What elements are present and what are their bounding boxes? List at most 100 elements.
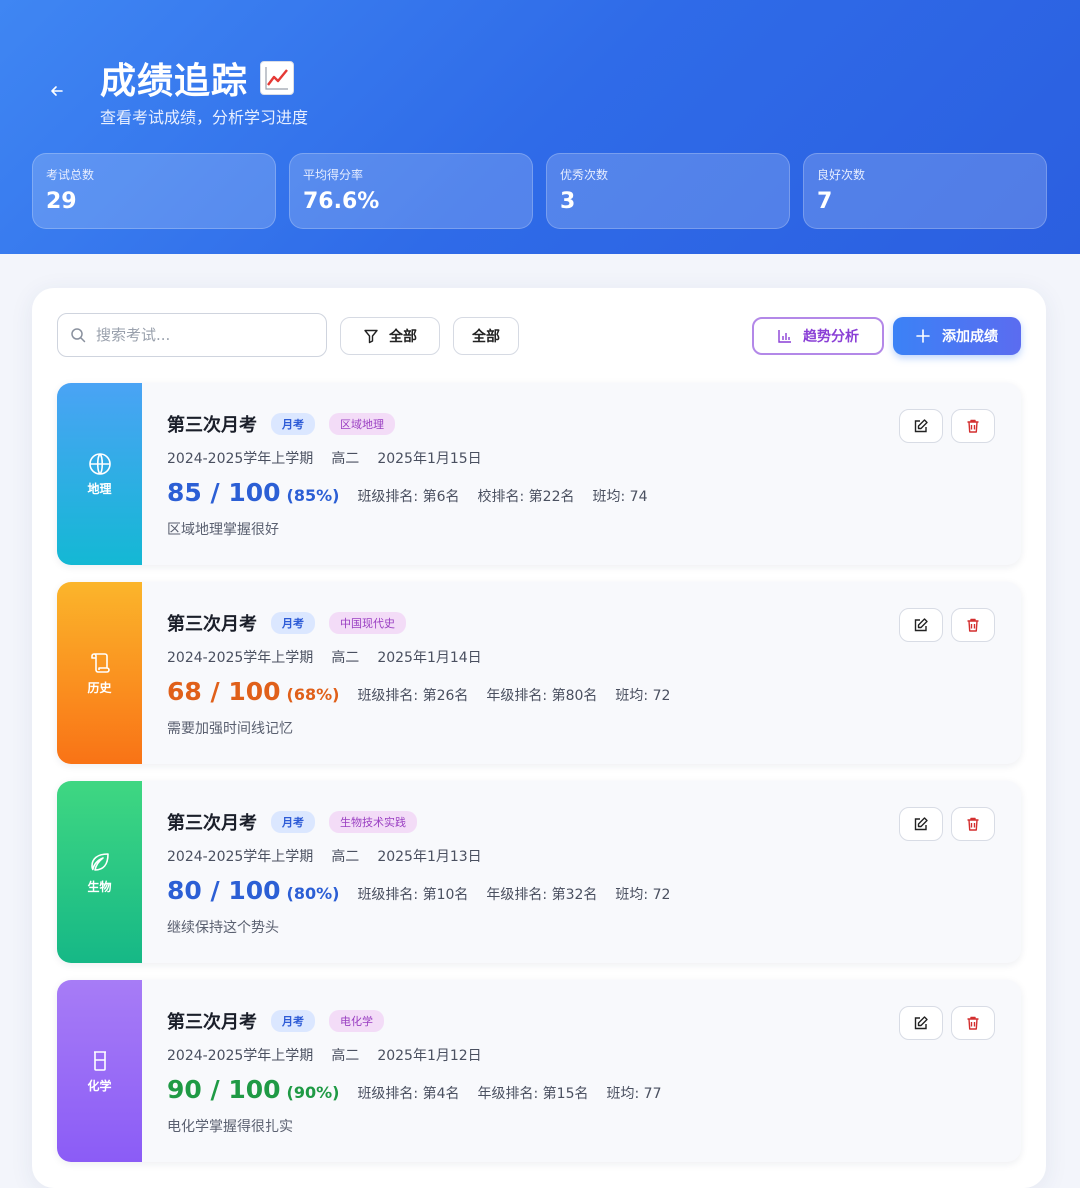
grade: 高二 xyxy=(331,849,360,865)
delete-button[interactable] xyxy=(951,1006,995,1040)
card-body: 第三次月考 月考 生物技术实践 2024-2025学年上学期 高二 2025年1… xyxy=(167,781,1021,963)
card-title-row: 第三次月考 月考 电化学 xyxy=(167,1008,384,1034)
stats-row: 考试总数 29 平均得分率 76.6% 优秀次数 3 良好次数 7 xyxy=(32,153,1047,229)
globe-icon xyxy=(88,452,111,475)
other-rank: 年级排名: 第32名 xyxy=(486,887,598,903)
card-body: 第三次月考 月考 中国现代史 2024-2025学年上学期 高二 2025年1月… xyxy=(167,582,1021,764)
subject-badge: 地理 xyxy=(57,383,142,565)
score-text: 68 / 100 xyxy=(167,677,281,706)
grade: 高二 xyxy=(331,650,360,666)
score-text: 85 / 100 xyxy=(167,478,281,507)
trend-analysis-label: 趋势分析 xyxy=(803,329,859,345)
edit-icon xyxy=(914,419,928,433)
topic-tag: 电化学 xyxy=(329,1010,384,1032)
card-title-row: 第三次月考 月考 生物技术实践 xyxy=(167,809,417,835)
exam-name: 第三次月考 xyxy=(167,813,257,834)
term: 2024-2025学年上学期 xyxy=(167,451,314,467)
class-average: 班均: 72 xyxy=(615,887,671,903)
filter-icon xyxy=(364,329,378,344)
score-percent: (90%) xyxy=(286,1083,340,1102)
exam-name: 第三次月考 xyxy=(167,1012,257,1033)
stat-label: 良好次数 xyxy=(817,168,866,182)
edit-icon xyxy=(914,817,928,831)
stat-label: 平均得分率 xyxy=(303,168,364,182)
stat-label: 优秀次数 xyxy=(560,168,609,182)
exam-note: 电化学掌握得很扎实 xyxy=(167,1119,293,1135)
score-row: 68 / 100 (68%) 班级排名: 第26名 年级排名: 第80名 班均: … xyxy=(167,677,670,706)
exam-name: 第三次月考 xyxy=(167,614,257,635)
class-rank: 班级排名: 第10名 xyxy=(357,887,469,903)
card-title-row: 第三次月考 月考 中国现代史 xyxy=(167,610,406,636)
exam-name: 第三次月考 xyxy=(167,415,257,436)
term: 2024-2025学年上学期 xyxy=(167,650,314,666)
filter2-button[interactable]: 全部 xyxy=(453,317,519,355)
stat-value: 76.6% xyxy=(303,189,380,214)
chart-increasing-icon xyxy=(260,61,295,95)
topic-tag: 区域地理 xyxy=(329,413,395,435)
add-score-label: 添加成绩 xyxy=(942,329,998,345)
back-button[interactable] xyxy=(44,78,70,104)
subject-badge: 化学 xyxy=(57,980,142,1162)
search-box[interactable] xyxy=(57,313,327,357)
beaker-icon xyxy=(93,1050,106,1071)
trash-icon xyxy=(967,1016,979,1030)
exam-meta: 2024-2025学年上学期 高二 2025年1月13日 xyxy=(167,846,482,866)
score-card[interactable]: 地理 第三次月考 月考 区域地理 2024-2025学年上学期 高二 2025年… xyxy=(57,383,1021,565)
other-rank: 年级排名: 第15名 xyxy=(477,1086,589,1102)
card-body: 第三次月考 月考 区域地理 2024-2025学年上学期 高二 2025年1月1… xyxy=(167,383,1021,565)
stat-value: 3 xyxy=(560,189,576,214)
score-percent: (80%) xyxy=(286,884,340,903)
trash-icon xyxy=(967,419,979,433)
delete-button[interactable] xyxy=(951,409,995,443)
filter-button[interactable]: 全部 xyxy=(340,317,440,355)
class-average: 班均: 72 xyxy=(615,688,671,704)
edit-button[interactable] xyxy=(899,409,943,443)
delete-button[interactable] xyxy=(951,807,995,841)
class-average: 班均: 77 xyxy=(606,1086,662,1102)
exam-note: 区域地理掌握很好 xyxy=(167,522,279,538)
other-rank: 校排名: 第22名 xyxy=(477,489,575,505)
score-value: 80 / 100 (80%) xyxy=(167,876,339,905)
exam-meta: 2024-2025学年上学期 高二 2025年1月14日 xyxy=(167,647,482,667)
page-title-text: 成绩追踪 xyxy=(100,61,249,102)
edit-button[interactable] xyxy=(899,608,943,642)
class-rank: 班级排名: 第26名 xyxy=(357,688,469,704)
stat-card-good: 良好次数 7 xyxy=(803,153,1047,229)
exam-date: 2025年1月13日 xyxy=(377,849,482,865)
exam-type-tag: 月考 xyxy=(271,413,315,435)
score-percent: (85%) xyxy=(286,486,340,505)
exam-meta: 2024-2025学年上学期 高二 2025年1月12日 xyxy=(167,1045,482,1065)
stat-value: 29 xyxy=(46,189,77,214)
score-value: 68 / 100 (68%) xyxy=(167,677,339,706)
subject-name: 历史 xyxy=(87,680,112,695)
exam-date: 2025年1月14日 xyxy=(377,650,482,666)
edit-button[interactable] xyxy=(899,807,943,841)
score-card[interactable]: 生物 第三次月考 月考 生物技术实践 2024-2025学年上学期 高二 202… xyxy=(57,781,1021,963)
edit-button[interactable] xyxy=(899,1006,943,1040)
score-card[interactable]: 化学 第三次月考 月考 电化学 2024-2025学年上学期 高二 2025年1… xyxy=(57,980,1021,1162)
score-value: 85 / 100 (85%) xyxy=(167,478,339,507)
search-icon xyxy=(71,328,86,343)
exam-type-tag: 月考 xyxy=(271,612,315,634)
exam-type-tag: 月考 xyxy=(271,811,315,833)
leaf-icon xyxy=(90,852,109,871)
exam-note: 需要加强时间线记忆 xyxy=(167,721,293,737)
trend-analysis-button[interactable]: 趋势分析 xyxy=(752,317,884,355)
page-header: 成绩追踪 查看考试成绩，分析学习进度 考试总数 29 平均得分率 76.6% 优… xyxy=(0,0,1080,254)
trash-icon xyxy=(967,817,979,831)
edit-icon xyxy=(914,618,928,632)
score-card[interactable]: 历史 第三次月考 月考 中国现代史 2024-2025学年上学期 高二 2025… xyxy=(57,582,1021,764)
subject-name: 生物 xyxy=(87,879,112,894)
score-row: 85 / 100 (85%) 班级排名: 第6名 校排名: 第22名 班均: 74 xyxy=(167,478,647,507)
delete-button[interactable] xyxy=(951,608,995,642)
exam-meta: 2024-2025学年上学期 高二 2025年1月15日 xyxy=(167,448,482,468)
scroll-icon xyxy=(90,652,110,673)
stat-card-excellent: 优秀次数 3 xyxy=(546,153,790,229)
search-input[interactable] xyxy=(96,326,296,344)
exam-type-tag: 月考 xyxy=(271,1010,315,1032)
exam-note: 继续保持这个势头 xyxy=(167,920,279,936)
toolbar: 全部 全部 趋势分析 添加成绩 xyxy=(57,313,1021,359)
add-score-button[interactable]: 添加成绩 xyxy=(893,317,1021,355)
subject-badge: 生物 xyxy=(57,781,142,963)
term: 2024-2025学年上学期 xyxy=(167,849,314,865)
